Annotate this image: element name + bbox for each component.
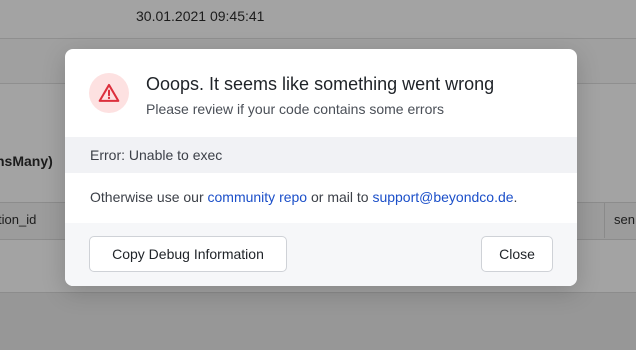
help-text-middle: or mail to <box>307 189 373 205</box>
dialog-subtitle: Please review if your code contains some… <box>146 101 445 117</box>
dialog-footer: Copy Debug Information Close <box>65 223 577 286</box>
background-header-row: 30.01.2021 09:45:41 <box>0 0 636 39</box>
error-dialog: Ooops. It seems like something went wron… <box>65 49 577 286</box>
dialog-header: Ooops. It seems like something went wron… <box>65 49 577 136</box>
background-column-divider <box>604 203 605 238</box>
support-email-link[interactable]: support@beyondco.de <box>372 189 513 205</box>
warning-badge <box>89 73 129 113</box>
error-message-bar: Error: Unable to exec <box>65 137 577 173</box>
help-text: Otherwise use our community repo or mail… <box>90 189 517 205</box>
warning-triangle-icon <box>98 83 120 102</box>
close-button[interactable]: Close <box>481 236 553 272</box>
error-message: Error: Unable to exec <box>90 147 223 163</box>
background-relation-title: nsMany) <box>0 153 53 169</box>
background-footer <box>0 292 636 350</box>
dialog-title: Ooops. It seems like something went wron… <box>146 74 495 94</box>
background-column-header-left: tion_id <box>0 212 37 227</box>
help-text-prefix: Otherwise use our <box>90 189 208 205</box>
background-column-header-right: sen <box>614 212 635 227</box>
background-timestamp: 30.01.2021 09:45:41 <box>136 8 265 24</box>
help-text-suffix: . <box>513 189 518 205</box>
copy-debug-information-button[interactable]: Copy Debug Information <box>89 236 287 272</box>
community-repo-link[interactable]: community repo <box>208 189 308 205</box>
